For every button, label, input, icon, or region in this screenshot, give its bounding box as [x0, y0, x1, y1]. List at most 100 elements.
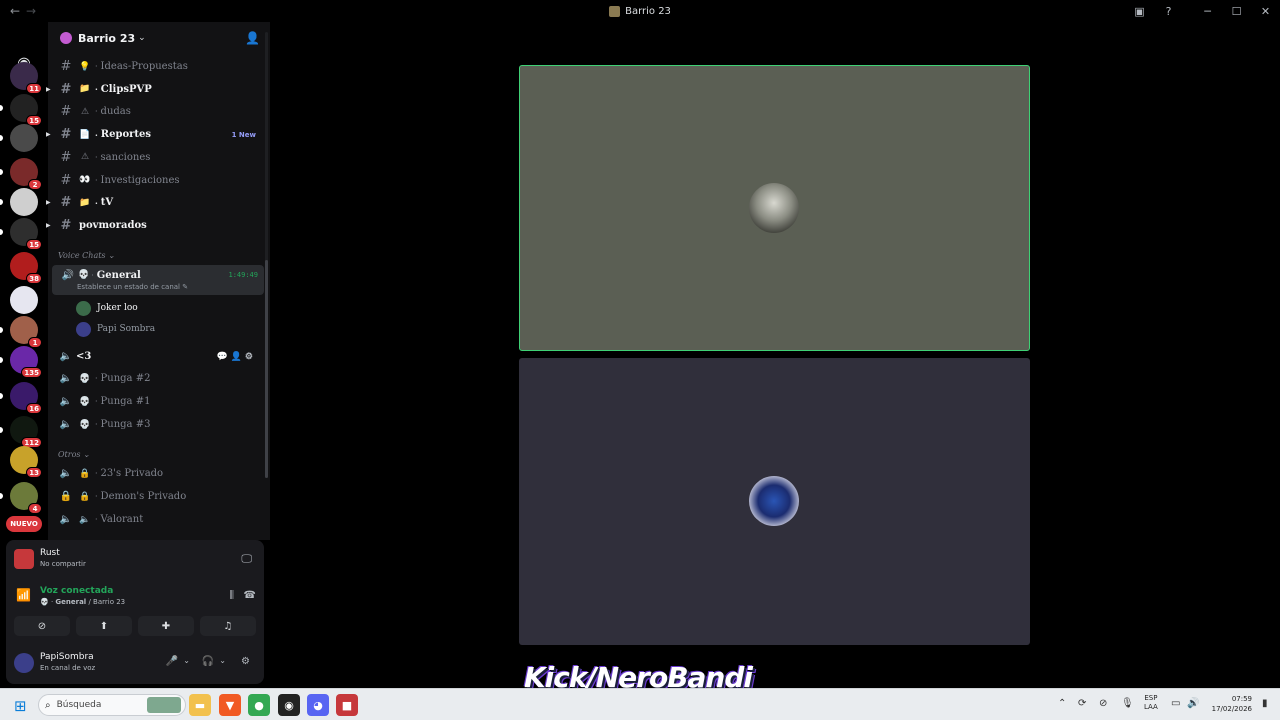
- channel-status-prompt[interactable]: Establece un estado de canal ✎: [77, 283, 188, 291]
- taskbar-search[interactable]: ⌕ Búsqueda: [38, 694, 186, 716]
- voice-channel-1[interactable]: 🔈 💀 · Punga #2: [52, 368, 262, 389]
- server-icon-12[interactable]: 13: [10, 446, 42, 478]
- microphone-icon[interactable]: 🎤: [166, 656, 178, 667]
- soundboard-button[interactable]: ♫: [200, 616, 256, 636]
- taskbar-clock[interactable]: 07:59 17/02/2026: [1206, 694, 1252, 714]
- chevron-down-icon: ⌄: [138, 33, 146, 43]
- display-icon[interactable]: ▭: [1171, 698, 1180, 709]
- minimize-button[interactable]: ─: [1193, 5, 1222, 18]
- channel-ideas-propuestas[interactable]: # 💡 · Ideas-Propuestas: [52, 56, 262, 77]
- camera-off-button[interactable]: ⊘: [14, 616, 70, 636]
- activities-button[interactable]: ✚: [138, 616, 194, 636]
- other-channel-1[interactable]: 🔒 🔒 · Demon's Privado: [52, 486, 262, 507]
- server-icon-4[interactable]: [10, 188, 38, 216]
- separator-dot: ·: [95, 492, 98, 501]
- microphone-tray-icon[interactable]: 🎙: [1121, 698, 1134, 709]
- chevron-up-icon[interactable]: ⌃: [1058, 698, 1066, 709]
- skull-icon: 💀: [79, 419, 91, 430]
- avatar[interactable]: [14, 653, 34, 673]
- noise-suppression-icon[interactable]: ⫼: [229, 590, 234, 601]
- discord-taskbar-icon[interactable]: ◕: [307, 694, 329, 716]
- channel-povmorados[interactable]: ▶ # povmorados: [46, 215, 262, 236]
- server-icon-10[interactable]: 16: [10, 382, 42, 414]
- chat-icon[interactable]: 💬: [216, 352, 230, 362]
- windows-start-icon[interactable]: ⊞: [14, 697, 27, 715]
- share-screen-icon[interactable]: 🖵: [241, 552, 252, 566]
- channel-hash-icon: #: [60, 59, 72, 74]
- voice-user[interactable]: Papi Sombra: [76, 319, 155, 339]
- maximize-button[interactable]: ☐: [1222, 5, 1251, 18]
- expand-arrow-icon: ▶: [46, 221, 51, 229]
- channel-name: Ideas-Propuestas: [100, 61, 188, 72]
- server-icon-3[interactable]: 2: [10, 158, 42, 190]
- forward-arrow-icon[interactable]: →: [26, 4, 40, 18]
- new-messages-badge[interactable]: 1 New: [232, 131, 256, 139]
- separator-dot: ·: [95, 62, 98, 71]
- channel-name: Demon's Privado: [100, 491, 187, 502]
- voice-channel-path[interactable]: 💀 · General / Barrio 23: [40, 598, 125, 606]
- voice-category[interactable]: Voice Chats ⌄: [58, 251, 115, 260]
- invite-icon[interactable]: 👤: [231, 352, 245, 362]
- rust-taskbar-icon[interactable]: ■: [336, 694, 358, 716]
- chevron-down-icon[interactable]: ⌄: [219, 656, 226, 665]
- server-icon-1[interactable]: 15: [10, 94, 42, 126]
- other-category[interactable]: Otros ⌄: [58, 450, 90, 459]
- general-label: General: [96, 269, 141, 281]
- gear-icon[interactable]: ⚙: [245, 352, 256, 362]
- taskbar: ⊞ ⌕ Búsqueda ▬ ▼ ● ◉ ◕ ■ ⌃ ⟳ ⊘ 🎙 ESP LAA…: [0, 688, 1280, 720]
- sidebar-scrollbar-thumb[interactable]: [265, 260, 268, 478]
- server-icon-7[interactable]: [10, 286, 38, 314]
- channel-dudas[interactable]: # ⚠ · dudas: [52, 101, 262, 122]
- voice-channel-2[interactable]: 🔈 💀 · Punga #1: [52, 391, 262, 412]
- channel-clipspvp[interactable]: ▶ # 📁 · ClipsPVP: [46, 79, 262, 100]
- new-badge[interactable]: NUEVO: [6, 516, 42, 532]
- server-icon-0[interactable]: 11: [10, 62, 42, 94]
- server-icon-8[interactable]: 1: [10, 316, 42, 348]
- speaker-icon: 🔈: [59, 373, 73, 384]
- channel-tv[interactable]: ▶ # 📁 · tV: [46, 192, 262, 213]
- sync-icon[interactable]: ⟳: [1078, 698, 1086, 709]
- window-title-text: Barrio 23: [625, 5, 671, 17]
- network-off-icon[interactable]: ⊘: [1099, 698, 1107, 709]
- channel-sanciones[interactable]: # ⚠ · sanciones: [52, 147, 262, 168]
- voice-channel-name: Punga #1: [100, 396, 151, 407]
- headphones-icon[interactable]: 🎧: [202, 656, 214, 667]
- screen-share-icon: ⬆: [99, 620, 109, 632]
- search-placeholder: Búsqueda: [56, 700, 102, 710]
- close-button[interactable]: ✕: [1251, 5, 1280, 18]
- server-header[interactable]: Barrio 23 ⌄ 👤: [48, 22, 270, 54]
- channel-tools[interactable]: 💬👤⚙: [216, 352, 256, 362]
- server-icon-5[interactable]: 15: [10, 218, 42, 250]
- voice-user[interactable]: Joker loo: [76, 298, 138, 318]
- voice-connected-label[interactable]: Voz conectada: [40, 586, 113, 596]
- channel-investigaciones[interactable]: # 👀 · Investigaciones: [52, 170, 262, 191]
- chrome-icon[interactable]: ●: [248, 694, 270, 716]
- chevron-down-icon[interactable]: ⌄: [183, 656, 190, 665]
- voice-user-name: Joker loo: [97, 303, 138, 313]
- inbox-icon[interactable]: ▣: [1125, 5, 1154, 18]
- volume-icon[interactable]: 🔊: [1187, 698, 1199, 709]
- other-channel-0[interactable]: 🔈 🔒 · 23's Privado: [52, 463, 262, 484]
- server-icon-9[interactable]: 135: [10, 346, 42, 378]
- voice-channel-0[interactable]: 🔈 <3 💬👤⚙: [52, 346, 262, 367]
- file-explorer-icon[interactable]: ▬: [189, 694, 211, 716]
- avatar: [76, 300, 91, 316]
- server-icon-6[interactable]: 38: [10, 252, 42, 284]
- server-icon-13[interactable]: 4: [10, 482, 42, 514]
- voice-channel-3[interactable]: 🔈 💀 · Punga #3: [52, 414, 262, 435]
- other-channel-2[interactable]: 🔈 🔈 · Valorant: [52, 509, 262, 530]
- disconnect-icon[interactable]: ☎: [244, 590, 256, 601]
- obs-icon[interactable]: ◉: [278, 694, 300, 716]
- channel-reportes[interactable]: ▶ # 📄 · Reportes 1 New: [46, 124, 262, 145]
- voice-channel-general[interactable]: 🔊 💀 · General 1:49:49 Establece un estad…: [52, 265, 264, 295]
- back-arrow-icon[interactable]: ←: [10, 4, 24, 18]
- notification-icon[interactable]: ▮: [1262, 698, 1268, 709]
- server-icon-11[interactable]: 112: [10, 416, 42, 448]
- gear-icon[interactable]: ⚙: [241, 656, 250, 667]
- screen-share-button[interactable]: ⬆: [76, 616, 132, 636]
- brave-browser-icon[interactable]: ▼: [219, 694, 241, 716]
- add-user-icon[interactable]: 👤: [245, 31, 260, 45]
- help-icon[interactable]: ?: [1154, 5, 1183, 18]
- server-icon-2[interactable]: [10, 124, 38, 152]
- input-language[interactable]: ESP LAA: [1144, 694, 1158, 712]
